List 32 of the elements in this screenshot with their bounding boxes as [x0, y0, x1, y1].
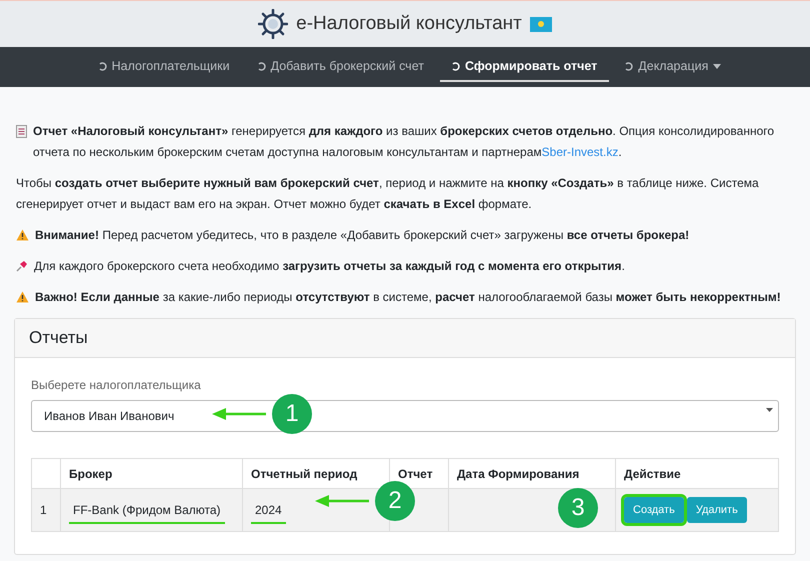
action-button[interactable]: Создать [624, 497, 684, 523]
pushpin-icon [16, 260, 28, 272]
action-button[interactable]: Удалить [686, 497, 747, 523]
nav-link[interactable]: Налогоплательщики [86, 52, 242, 82]
warning-icon [16, 291, 29, 303]
site-title: e-Налоговый консультант [296, 13, 522, 35]
info-paragraph: Чтобы создать отчет выберите нужный вам брокерский счет, период и нажмите на кнопку «Создать» в таблице ниже. Система сгенерирует отчет и выдаст вам его на экран. Отчет можно будет скачать в Excel формате. [16, 175, 760, 213]
nav-link[interactable]: Декларация [613, 52, 734, 82]
card-title: Отчеты [29, 328, 88, 348]
caret-icon [766, 408, 773, 412]
caret-icon [713, 64, 722, 68]
refresh-icon [452, 62, 460, 70]
refresh-icon [625, 62, 634, 70]
info-paragraph: Внимание! Перед расчетом убедитесь, что в разделе «Добавить брокерский счет» загружены все отчеты брокера! [35, 227, 690, 244]
refresh-icon [258, 62, 266, 70]
warning-icon [16, 229, 29, 241]
info-paragraph: Отчет «Налоговый консультант» генерируется для каждого из ваших брокерских счетов отдельно. Опция консолидированного отчета по нескольким брокерским счетам доступна налоговым консультантам и партнерамSber-Invest.kz. [33, 123, 776, 161]
table-cell: 1 [32, 488, 60, 532]
partner-link[interactable]: Sber-Invest.kz [542, 145, 618, 159]
select-label: Выберете налогоплательщика [31, 378, 202, 392]
nav-link[interactable]: Добавить брокерский счет [246, 52, 436, 82]
nav-link[interactable]: Сформировать отчет [440, 52, 610, 82]
info-paragraph: Важно! Если данные за какие-либо периоды отсутствуют в системе, расчет налогооблагаемой базы может быть некорректным! [35, 289, 781, 306]
table-cell: FF-Bank (Фридом Валюта) [60, 488, 242, 532]
ship-wheel-icon [258, 9, 288, 39]
document-icon [16, 125, 27, 138]
flag-icon [530, 16, 552, 32]
table-header-cell: Брокер [60, 458, 242, 488]
info-paragraph: Для каждого брокерского счета необходимо загрузить отчеты за каждый год с момента его открытия. [34, 258, 625, 275]
table-header-cell [32, 458, 60, 488]
table-header-cell: Действие [616, 458, 778, 488]
refresh-icon [98, 62, 107, 70]
